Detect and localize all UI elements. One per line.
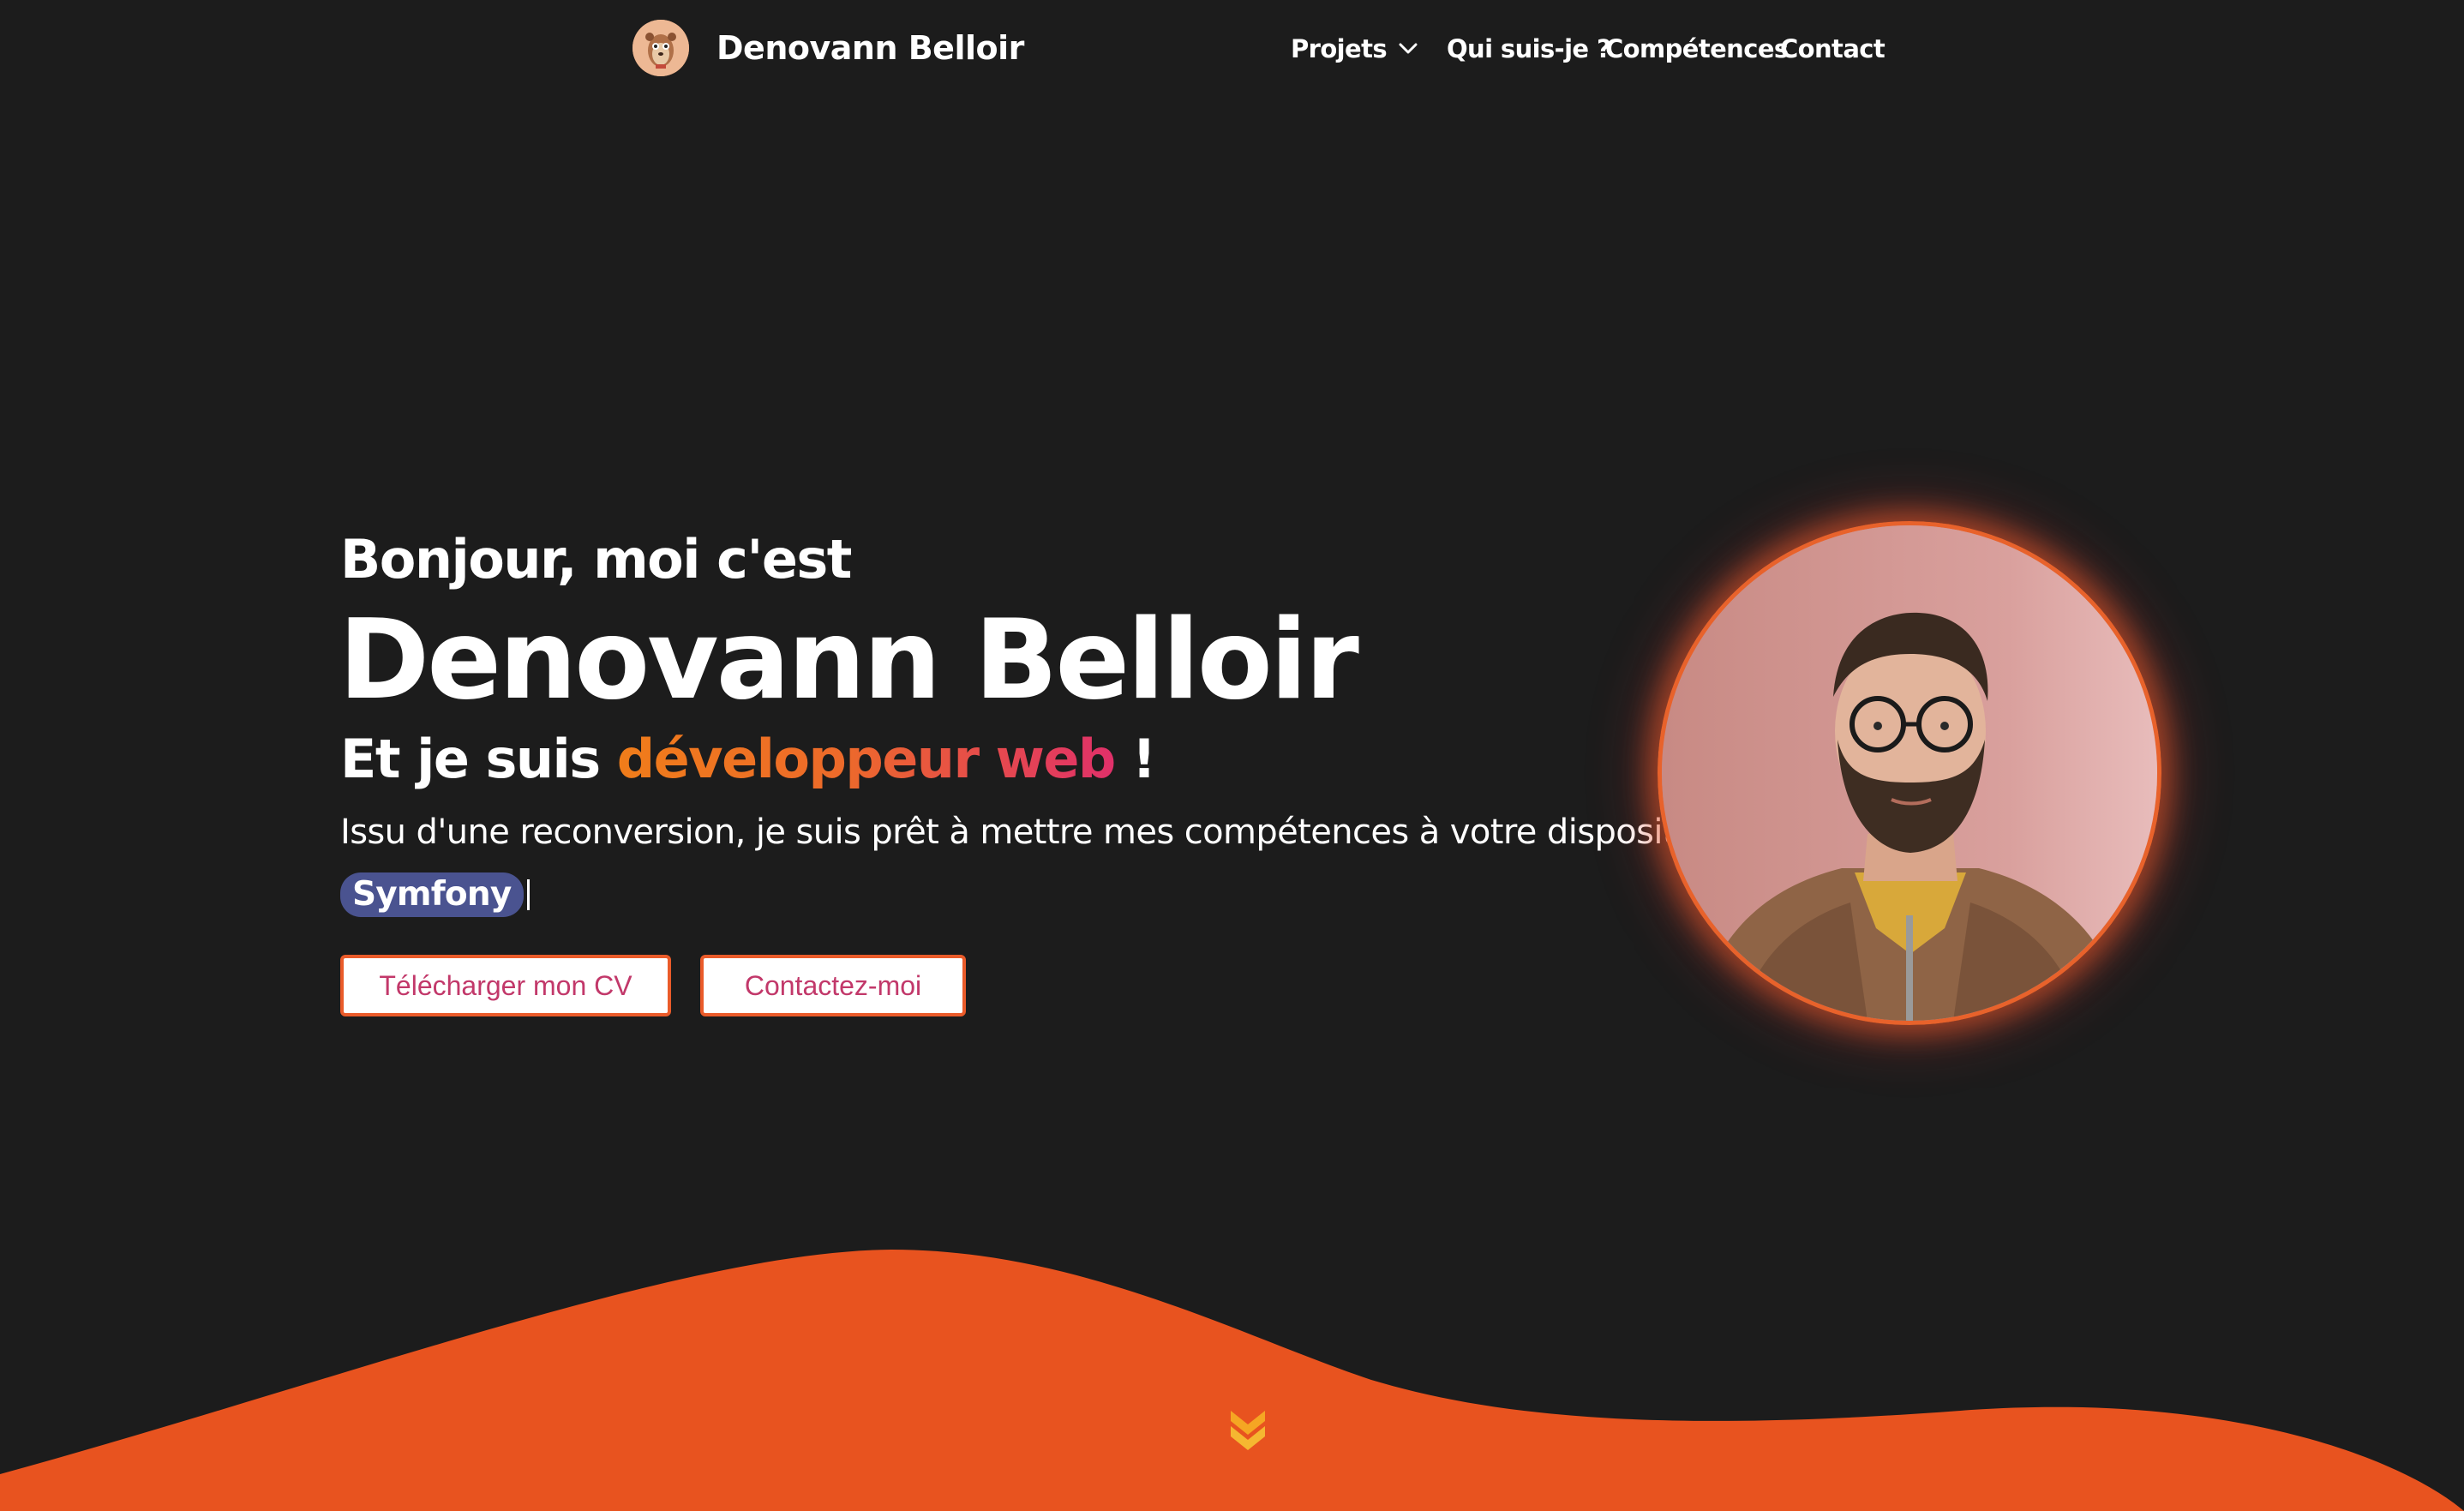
hero-greeting: Bonjour, moi c'est: [340, 528, 852, 591]
navbar: Denovann Belloir Projets Qui suis-je ? C…: [0, 0, 2464, 99]
chevron-down-icon: [1399, 43, 1418, 55]
hero-role-suffix: !: [1114, 728, 1156, 790]
hero-name: Denovann Belloir: [339, 597, 1359, 724]
contact-me-button[interactable]: Contactez-moi: [700, 955, 966, 1016]
hero-description: Issu d'une reconversion, je suis prêt à …: [340, 812, 1750, 852]
download-cv-button[interactable]: Télécharger mon CV: [340, 955, 671, 1016]
hero-role-accent: développeur web: [616, 728, 1117, 790]
nav-item-projets[interactable]: Projets: [1291, 27, 1418, 70]
hero-role-prefix: Et je suis: [340, 728, 617, 790]
nav-item-projets-label: Projets: [1291, 34, 1388, 63]
nav-item-qui-suis-je[interactable]: Qui suis-je ?: [1447, 27, 1611, 70]
nav-item-competences[interactable]: Compétences: [1605, 27, 1789, 70]
orange-wave-divider: [0, 1250, 2464, 1511]
brand-name: Denovann Belloir: [716, 29, 1024, 67]
meerkat-avatar-icon: [632, 20, 689, 76]
hero-role: Et je suis développeur web !: [340, 725, 1156, 794]
typed-skill-line: Symfony: [340, 872, 530, 918]
nav-item-contact[interactable]: Contact: [1780, 27, 1885, 70]
landing-page: Denovann Belloir Projets Qui suis-je ? C…: [0, 0, 2464, 1511]
brand-link[interactable]: Denovann Belloir: [632, 19, 1024, 77]
typing-cursor: [526, 879, 530, 910]
double-chevron-down-icon[interactable]: [1227, 1406, 1268, 1466]
portrait-photo: [1658, 521, 2161, 1025]
typed-skill-badge: Symfony: [340, 872, 524, 917]
